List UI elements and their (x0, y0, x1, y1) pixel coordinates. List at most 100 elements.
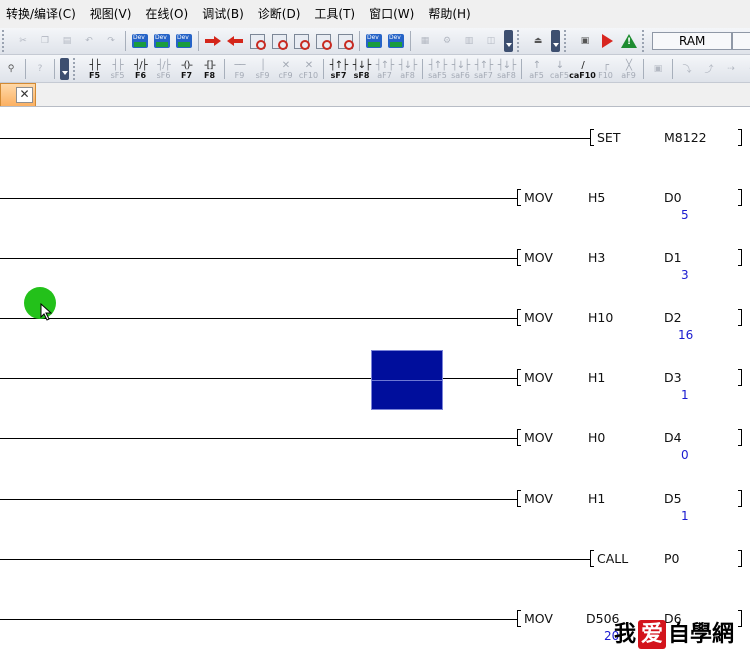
application-instruction-button[interactable]: -[]- F8 (199, 58, 221, 80)
instruction-bracket-left (590, 550, 594, 567)
insert-row-icon[interactable]: ⤵ (677, 59, 697, 79)
operation-result-rising-button[interactable]: ↑ aF5 (526, 58, 548, 80)
falling-pulse-close-button[interactable]: ┤↓├ saF6 (450, 58, 472, 80)
find-string-icon[interactable] (291, 31, 311, 51)
help-icon[interactable]: ? (30, 59, 50, 79)
toolbar-grip[interactable] (517, 30, 525, 52)
rising-pulse-close-button[interactable]: ┤↑├ saF5 (427, 58, 449, 80)
tab-close-icon[interactable]: ✕ (16, 87, 33, 103)
toolbar-grip[interactable] (73, 57, 81, 80)
draw-line-button[interactable]: ┌ F10 (595, 58, 617, 80)
parallel-rising-pulse-close-button[interactable]: ┤↑├ saF7 (473, 58, 495, 80)
delete-column-icon[interactable]: ⇠ (743, 59, 750, 79)
undo-icon[interactable]: ↶ (79, 31, 99, 51)
memory-size-field[interactable]: 2m (732, 32, 750, 50)
destination-monitor-value: 16 (678, 328, 694, 342)
invert-operation-button[interactable]: / caF10 (569, 58, 596, 80)
menu-online[interactable]: 在线(O) (139, 0, 196, 28)
remote-operation-icon[interactable]: ▣ (575, 31, 595, 51)
ladder-rung[interactable]: MOV H5 D0 5 (0, 167, 750, 227)
menu-window[interactable]: 窗口(W) (363, 0, 422, 28)
device-test-icon[interactable]: ⚙ (437, 31, 457, 51)
instruction-mnemonic: MOV (524, 250, 553, 265)
run-icon[interactable] (597, 31, 617, 51)
ladder-monitor-icon[interactable]: ⏏ (528, 31, 548, 51)
menu-diagnostics[interactable]: 诊断(D) (252, 0, 309, 28)
device-write-icon[interactable]: Dev (152, 31, 172, 51)
delete-line-button[interactable]: ╳ aF9 (618, 58, 640, 80)
operation-result-falling-button[interactable]: ↓ caF5 (549, 58, 571, 80)
zoom-search-icon[interactable]: ⚲ (1, 59, 21, 79)
menu-debug[interactable]: 调试(B) (196, 0, 252, 28)
toolbar-separator (224, 58, 225, 79)
cut-icon[interactable]: ✂ (13, 31, 33, 51)
read-from-plc-icon[interactable] (225, 31, 245, 51)
delete-vertical-line-button[interactable]: ✕ cF10 (298, 58, 320, 80)
paste-icon[interactable]: ▤ (57, 31, 77, 51)
menu-tools[interactable]: 工具(T) (308, 0, 363, 28)
cross-reference-icon[interactable] (335, 31, 355, 51)
menu-help[interactable]: 帮助(H) (422, 0, 478, 28)
closed-contact-button[interactable]: ┤/├ F6 (130, 58, 152, 80)
coil-button[interactable]: -()- F7 (176, 58, 198, 80)
rung-wire (0, 318, 517, 319)
source-operand: H1 (588, 370, 606, 385)
destination-operand: P0 (664, 551, 680, 566)
horizontal-line-icon: ── (234, 59, 245, 71)
ladder-rung[interactable]: CALL P0 (0, 528, 750, 588)
parallel-falling-pulse-button[interactable]: ┤↓├ aF8 (397, 58, 419, 80)
ladder-rung[interactable]: MOV H1 D5 1 (0, 468, 750, 528)
source-operand: H5 (588, 190, 606, 205)
sampling-trace-icon[interactable]: ◫ (481, 31, 501, 51)
toolbar-separator (422, 58, 423, 79)
device-verify-icon[interactable]: Dev (174, 31, 194, 51)
horizontal-line-button[interactable]: ── F9 (229, 58, 251, 80)
ladder-rung[interactable]: MOV H0 D4 0 (0, 407, 750, 467)
ladder-rung[interactable]: SET M8122 (0, 107, 750, 167)
menu-view[interactable]: 视图(V) (84, 0, 140, 28)
parallel-rising-pulse-button[interactable]: ┤↑├ aF7 (374, 58, 396, 80)
device-batch-icon[interactable]: Dev (386, 31, 406, 51)
ladder-rung[interactable]: MOV H10 D2 16 (0, 287, 750, 347)
site-watermark: 我 爱 自學網 (614, 620, 734, 649)
device-memory-icon[interactable]: Dev (364, 31, 384, 51)
edit-cursor[interactable] (371, 350, 443, 410)
vertical-line-button[interactable]: │ sF9 (252, 58, 274, 80)
rung-wire (0, 258, 517, 259)
toolbar-overflow-dropdown[interactable] (504, 30, 513, 52)
delete-horizontal-line-button[interactable]: ✕ cF9 (275, 58, 297, 80)
device-read-icon[interactable]: Dev (130, 31, 150, 51)
insert-column-icon[interactable]: ⇢ (721, 59, 741, 79)
copy-icon[interactable]: ❐ (35, 31, 55, 51)
instruction-bracket-left (517, 369, 521, 386)
active-document-tab[interactable]: ✕ (0, 83, 36, 106)
parallel-rising-pulse-icon: ┤↑├ (375, 59, 394, 71)
write-to-plc-icon[interactable] (203, 31, 223, 51)
memory-type-field[interactable]: RAM (652, 32, 732, 50)
parallel-falling-pulse-close-button[interactable]: ┤↓├ saF8 (496, 58, 518, 80)
delete-row-icon[interactable]: ⤴ (699, 59, 719, 79)
toolbar-separator (643, 58, 644, 79)
falling-pulse-contact-button[interactable]: ┤↓├ sF8 (351, 58, 373, 80)
parallel-closed-contact-button[interactable]: ┤/├ sF6 (153, 58, 175, 80)
parallel-open-contact-button[interactable]: ┤├ sF5 (107, 58, 129, 80)
find-instruction-icon[interactable] (269, 31, 289, 51)
open-contact-button[interactable]: ┤├ F5 (84, 58, 106, 80)
rising-pulse-contact-button[interactable]: ┤↑├ sF7 (328, 58, 350, 80)
toolbar-grip[interactable] (564, 30, 572, 52)
find-contact-icon[interactable] (313, 31, 333, 51)
find-device-icon[interactable] (247, 31, 267, 51)
toolbar-grip[interactable] (642, 30, 650, 52)
toolbar-grip[interactable] (2, 30, 10, 52)
diagnostics-warning-icon[interactable] (619, 31, 639, 51)
destination-operand: D0 (664, 190, 682, 205)
ladder-editor[interactable]: SET M8122 MOV H5 D0 5 MOV H3 D1 3 MOV H10 D2 16 MOV H1 D… (0, 107, 750, 649)
redo-icon[interactable]: ↷ (101, 31, 121, 51)
ladder-rung[interactable]: MOV H3 D1 3 (0, 227, 750, 287)
menu-convert-compile[interactable]: 转换/编译(C) (0, 0, 84, 28)
toolbar-overflow-dropdown[interactable] (551, 30, 560, 52)
timing-chart-icon[interactable]: ▥ (459, 31, 479, 51)
entry-monitor-icon[interactable]: ▦ (415, 31, 435, 51)
comment-edit-icon[interactable]: ▣ (648, 59, 668, 79)
toolbar-overflow-dropdown[interactable] (60, 57, 69, 80)
